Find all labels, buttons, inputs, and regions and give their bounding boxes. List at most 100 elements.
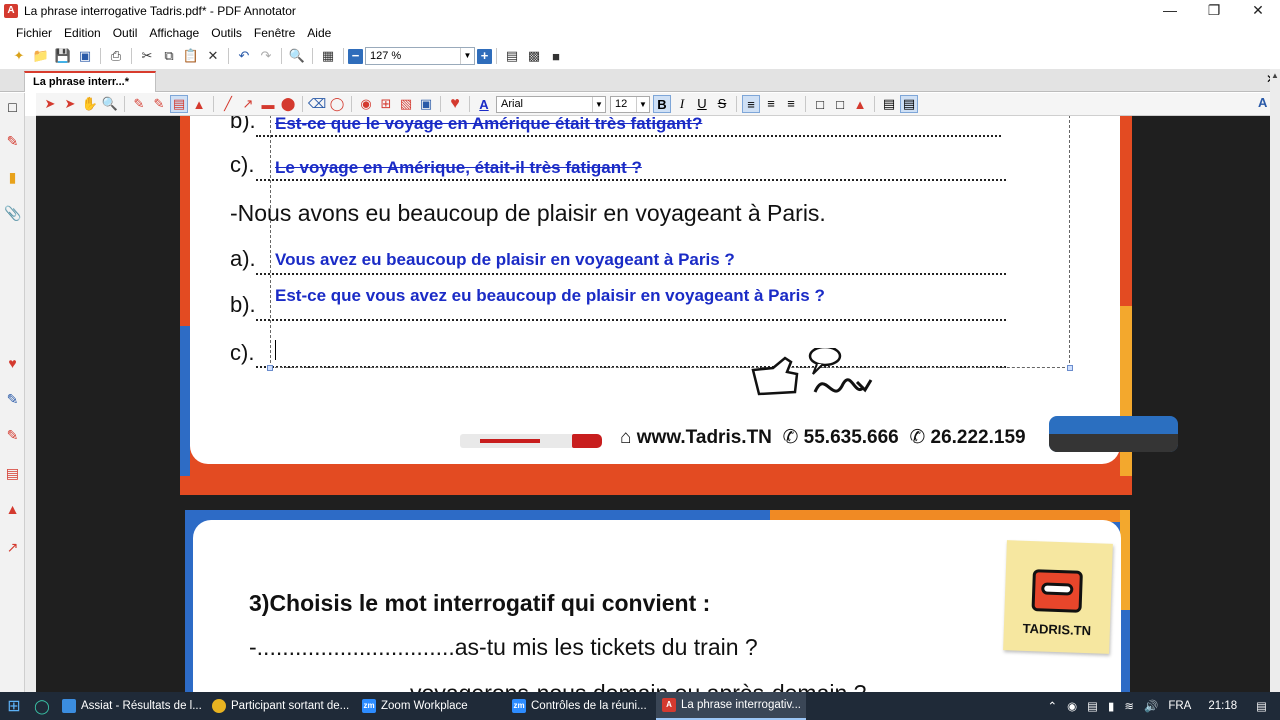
windows-start-icon[interactable]: ⊞ [0, 692, 28, 720]
zoom-select[interactable]: 127 % ▼ [365, 47, 475, 65]
clock[interactable]: 21:18 [1208, 700, 1237, 712]
pen-icon[interactable]: ✎ [4, 133, 21, 150]
zoom-in-button[interactable]: + [477, 48, 492, 64]
camera-tool-icon[interactable]: ◉ [357, 95, 375, 113]
properties-icon[interactable]: ▤ [880, 95, 898, 113]
pen-tool-icon[interactable]: ✎ [130, 95, 148, 113]
menu-outils[interactable]: Outils [205, 26, 248, 40]
font-name-select[interactable]: Arial ▼ [496, 95, 606, 113]
attachment-icon[interactable]: 📎 [4, 205, 21, 222]
language-indicator[interactable]: FRA [1168, 700, 1191, 712]
tab-document[interactable]: La phrase interr...* [24, 71, 156, 92]
settings-panel-icon[interactable]: ▤ [900, 95, 918, 113]
toolbar-divider [874, 96, 875, 112]
arrow-icon[interactable]: ↗ [4, 539, 21, 556]
arrow-tool-icon[interactable]: ↗ [239, 95, 257, 113]
open-folder-icon[interactable]: 📁 [31, 46, 51, 66]
highlighter-tool-icon[interactable]: ✎ [150, 95, 168, 113]
bold-button[interactable]: B [653, 95, 671, 113]
highlighter-icon[interactable]: ✎ [4, 391, 21, 408]
menu-fichier[interactable]: Fichier [10, 26, 58, 40]
crop-tool-icon[interactable]: ⊞ [377, 95, 395, 113]
document-viewport[interactable]: b). Est-ce que le voyage en Amérique éta… [36, 116, 1270, 692]
border-width-icon[interactable]: □ [831, 95, 849, 113]
ruler-tool-icon[interactable]: ▧ [397, 95, 415, 113]
taskbar-app-zoom[interactable]: zm Zoom Workplace [356, 692, 506, 720]
text-direction-icon[interactable]: A [1258, 95, 1267, 110]
vertical-scrollbar[interactable]: ▲ [1270, 69, 1280, 692]
image-tool-icon[interactable]: ▣ [417, 95, 435, 113]
scroll-up-icon[interactable]: ▲ [1271, 71, 1279, 80]
menu-fenetre[interactable]: Fenêtre [248, 26, 301, 40]
volume-icon[interactable]: 🔊 [1144, 699, 1158, 713]
redo-icon[interactable]: ↷ [256, 46, 276, 66]
page-layout-icon[interactable]: ▦ [318, 46, 338, 66]
favorites-tool-icon[interactable]: ♥ [446, 95, 464, 113]
menu-affichage[interactable]: Affichage [143, 26, 205, 40]
wifi-icon[interactable]: ≋ [1124, 699, 1134, 713]
border-style-icon[interactable]: □ [811, 95, 829, 113]
align-left-icon[interactable]: ≡ [742, 95, 760, 113]
text-color-icon[interactable]: A [475, 95, 493, 113]
line-tool-icon[interactable]: ╱ [219, 95, 237, 113]
strikethrough-button[interactable]: S [713, 95, 731, 113]
footer-contact: ⌂ www.Tadris.TN ✆ 55.635.666 ✆ 26.222.15… [620, 426, 1026, 449]
resize-handle[interactable] [267, 365, 273, 371]
save-all-icon[interactable]: ▣ [75, 46, 95, 66]
select-text-icon[interactable]: ➤ [61, 95, 79, 113]
maximize-button[interactable]: ❐ [1192, 0, 1236, 22]
save-icon[interactable]: 💾 [53, 46, 73, 66]
zoom-out-button[interactable]: − [348, 48, 363, 64]
menu-aide[interactable]: Aide [301, 26, 337, 40]
favorites-icon[interactable]: ♥ [4, 355, 21, 372]
align-right-icon[interactable]: ≡ [782, 95, 800, 113]
taskbar-app-chrome[interactable]: Participant sortant de... [206, 692, 356, 720]
hand-icon[interactable]: ✋ [81, 95, 99, 113]
taskbar-app-assiat[interactable]: Assiat - Résultats de l... [56, 692, 206, 720]
underline-button[interactable]: U [693, 95, 711, 113]
network-icon[interactable]: ▤ [1087, 699, 1098, 713]
align-center-icon[interactable]: ≡ [762, 95, 780, 113]
fill-color-icon[interactable]: ▲ [851, 95, 869, 113]
usb-icon[interactable]: ▮ [1108, 699, 1114, 713]
ellipse-tool-icon[interactable]: ⬤ [279, 95, 297, 113]
fullscreen-icon[interactable]: ■ [546, 46, 566, 66]
stamp-tool-icon[interactable]: ▲ [190, 95, 208, 113]
italic-button[interactable]: I [673, 95, 691, 113]
taskbar-app-zoom-controls[interactable]: zm Contrôles de la réuni... [506, 692, 656, 720]
print-icon[interactable]: ⎙ [106, 46, 126, 66]
panel-toggle-icon[interactable]: □ [4, 99, 21, 116]
cut-icon[interactable]: ✂ [137, 46, 157, 66]
marker-icon[interactable]: ✎ [4, 427, 21, 444]
stamp-icon[interactable]: ▲ [4, 501, 21, 518]
annotation-selection-box[interactable] [267, 116, 1073, 371]
paste-icon[interactable]: 📋 [181, 46, 201, 66]
text-box-icon[interactable]: ▤ [170, 95, 188, 113]
find-icon[interactable]: 🔍 [287, 46, 307, 66]
new-document-icon[interactable]: ✦ [9, 46, 29, 66]
chevron-up-icon[interactable]: ⌃ [1047, 699, 1057, 713]
menu-outil[interactable]: Outil [107, 26, 144, 40]
delete-icon[interactable]: ✕ [203, 46, 223, 66]
rectangle-tool-icon[interactable]: ▬ [259, 95, 277, 113]
camera-icon[interactable]: ◉ [1067, 699, 1077, 713]
undo-icon[interactable]: ↶ [234, 46, 254, 66]
lasso-tool-icon[interactable]: ◯ [328, 95, 346, 113]
close-button[interactable]: ✕ [1236, 0, 1280, 22]
zoom-tool-icon[interactable]: 🔍 [101, 95, 119, 113]
notifications-icon[interactable]: ▤ [1256, 699, 1267, 713]
copy-icon[interactable]: ⧉ [159, 46, 179, 66]
eraser-tool-icon[interactable]: ⌫ [308, 95, 326, 113]
menu-edition[interactable]: Edition [58, 26, 107, 40]
select-arrow-icon[interactable]: ➤ [41, 95, 59, 113]
left-panel-splitter[interactable] [25, 116, 36, 692]
font-size-select[interactable]: 12 ▼ [610, 95, 650, 113]
fit-width-icon[interactable]: ▩ [524, 46, 544, 66]
edge-browser-icon[interactable]: ◯ [28, 692, 56, 720]
fit-page-icon[interactable]: ▤ [502, 46, 522, 66]
folder-icon[interactable]: ▮ [4, 169, 21, 186]
minimize-button[interactable]: — [1148, 0, 1192, 22]
resize-handle[interactable] [1067, 365, 1073, 371]
chart-icon[interactable]: ▤ [4, 465, 21, 482]
taskbar-app-pdf-annotator[interactable]: A La phrase interrogativ... [656, 692, 806, 720]
